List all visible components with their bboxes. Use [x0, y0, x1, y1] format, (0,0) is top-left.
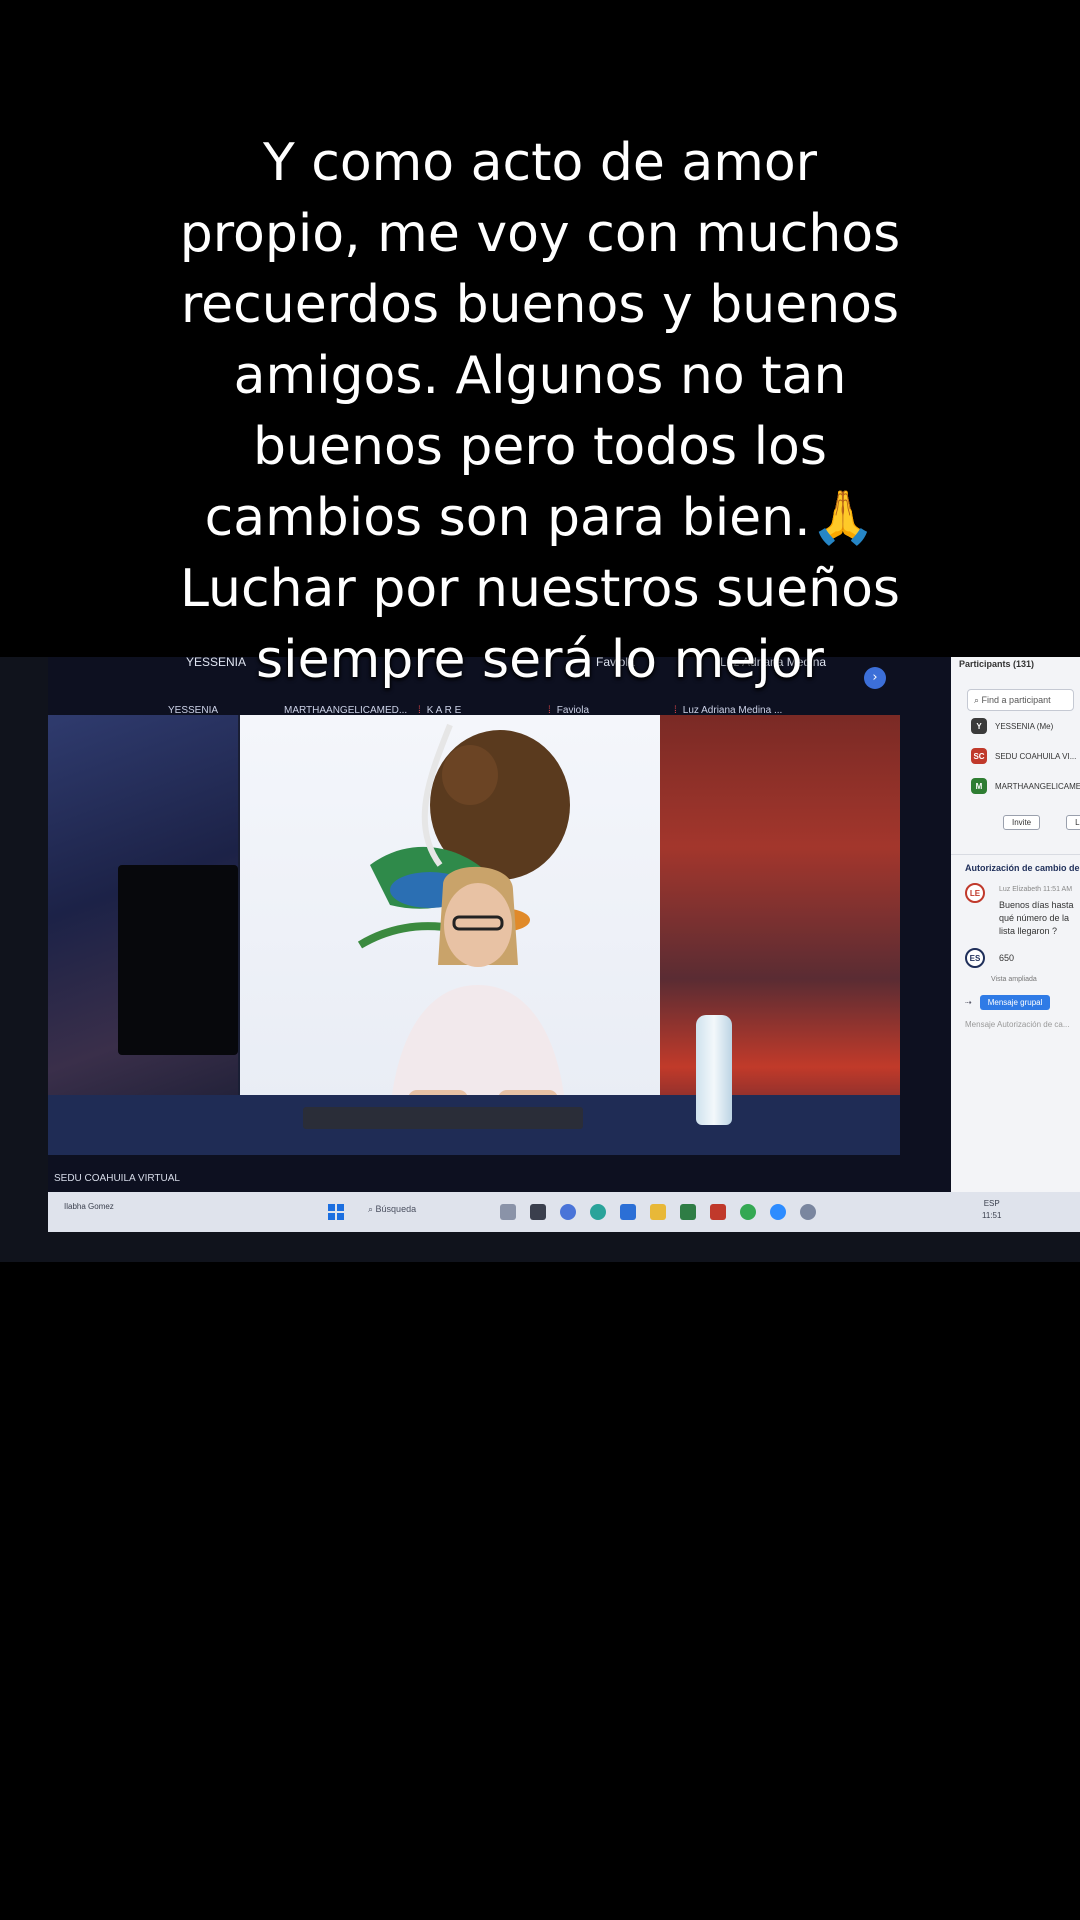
- message-text: 650: [999, 953, 1015, 963]
- participant-name: SEDU COAHUILA VI...: [995, 751, 1077, 761]
- chat-app-icon[interactable]: [560, 1204, 576, 1220]
- taskbar: Ilabha Gomez ⌕ Búsqueda ESP 11:51: [48, 1192, 1080, 1232]
- video-frame[interactable]: YESSENIA Faviola Luz Adriana Medina › YE…: [0, 657, 1080, 1262]
- keyboard: [303, 1107, 583, 1129]
- avatar: ES: [965, 948, 985, 968]
- caption-line: cambios son para bien.🙏: [204, 488, 876, 548]
- send-to-row: ⇢ Mensaje grupal: [951, 983, 1080, 1010]
- reply-hint[interactable]: Vista ampliada: [951, 968, 1080, 983]
- avatar: Y: [971, 718, 987, 734]
- excel-icon[interactable]: [680, 1204, 696, 1220]
- send-to-icon: ⇢: [965, 998, 972, 1007]
- app-icon[interactable]: [530, 1204, 546, 1220]
- chat-title: Autorización de cambio de Centro: [951, 854, 1080, 873]
- message-meta: Luz Elizabeth 11:51 AM: [999, 886, 1073, 893]
- zoom-icon[interactable]: [770, 1204, 786, 1220]
- avatar: M: [971, 778, 987, 794]
- taskbar-user[interactable]: Ilabha Gomez: [64, 1202, 114, 1211]
- send-to-chip[interactable]: Mensaje grupal: [979, 995, 1051, 1010]
- participants-panel: Participants (131) ⌕ Find a participant …: [951, 657, 1080, 1197]
- avatar: SC: [971, 748, 987, 764]
- room-label: SEDU COAHUILA VIRTUAL: [54, 1173, 180, 1184]
- message-text: Buenos días hasta qué número de la lista…: [999, 900, 1074, 936]
- caption-line: buenos pero todos los: [253, 417, 827, 477]
- windows-start-icon[interactable]: [328, 1204, 344, 1220]
- caption-overlay: Y como acto de amor propio, me voy con m…: [90, 128, 990, 696]
- participant-name: YESSENIA (Me): [995, 721, 1054, 731]
- caption-line: amigos. Algunos no tan: [233, 346, 847, 406]
- invite-button[interactable]: Invite: [1003, 815, 1041, 830]
- search-icon: ⌕: [368, 1204, 376, 1214]
- caption-line: siempre será lo mejor: [256, 630, 824, 690]
- caption-line: Luchar por nuestros sueños: [179, 559, 901, 619]
- folder-icon[interactable]: [650, 1204, 666, 1220]
- settings-icon[interactable]: [800, 1204, 816, 1220]
- water-bottle: [696, 1015, 732, 1125]
- app-icon[interactable]: [500, 1204, 516, 1220]
- chrome-icon[interactable]: [740, 1204, 756, 1220]
- caption-line: propio, me voy con muchos: [179, 204, 901, 264]
- call-button[interactable]: Llamar: [1066, 815, 1080, 830]
- taskbar-search[interactable]: ⌕ Búsqueda: [368, 1204, 416, 1215]
- panel-actions: Invite Llamar: [951, 801, 1080, 830]
- participant-row[interactable]: Y YESSENIA (Me): [951, 711, 1080, 741]
- pdf-icon[interactable]: [710, 1204, 726, 1220]
- app-icon[interactable]: [620, 1204, 636, 1220]
- chat-message: ES 650: [951, 938, 1080, 968]
- caption-line: Y como acto de amor: [262, 133, 818, 193]
- computer-monitor: [118, 865, 238, 1055]
- search-icon: ⌕: [974, 695, 982, 705]
- app-icon[interactable]: [590, 1204, 606, 1220]
- taskbar-clock[interactable]: ESP 11:51: [982, 1198, 1001, 1222]
- main-video-feed: [48, 715, 900, 1155]
- participant-row[interactable]: M MARTHAANGELICAMEDRA...: [951, 771, 1080, 801]
- chat-input[interactable]: Mensaje Autorización de ca...: [965, 1020, 1080, 1029]
- chat-message: LE Luz Elizabeth 11:51 AM Buenos días ha…: [951, 873, 1080, 938]
- meeting-screen: YESSENIA Faviola Luz Adriana Medina › YE…: [48, 657, 1080, 1232]
- participant-name: MARTHAANGELICAMEDRA...: [995, 781, 1080, 791]
- avatar: LE: [965, 883, 985, 903]
- caption-line: recuerdos buenos y buenos: [180, 275, 900, 335]
- participant-row[interactable]: SC SEDU COAHUILA VI...: [951, 741, 1080, 771]
